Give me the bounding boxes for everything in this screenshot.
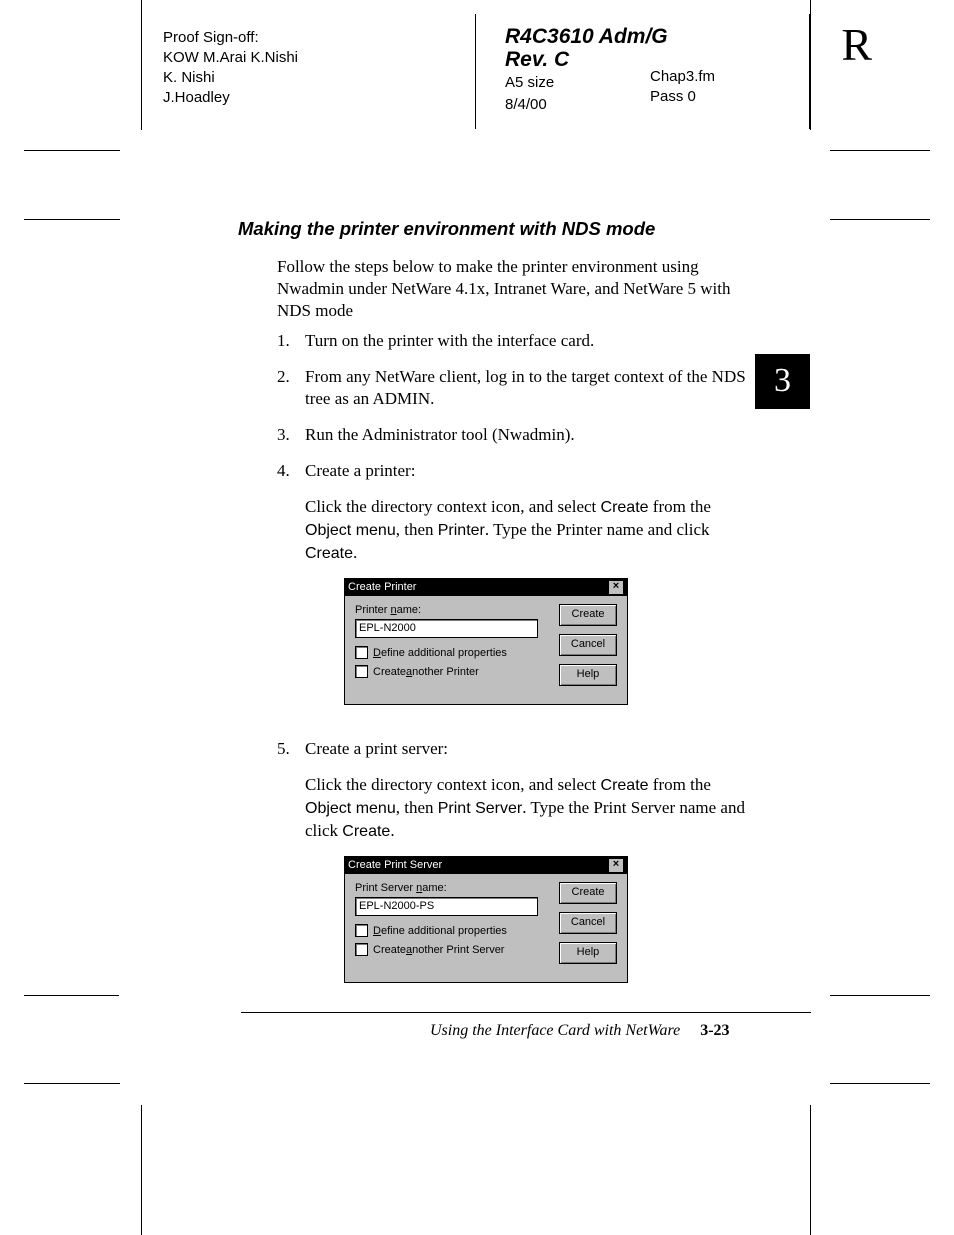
doc-header: R4C3610 Adm/G Rev. C A5 size 8/4/00	[505, 25, 668, 115]
dialog-title: Create Printer	[348, 579, 416, 596]
step-5: 5. Create a print server: Click the dire…	[277, 738, 747, 857]
printer-name-label: Printer name:	[355, 604, 545, 616]
close-icon[interactable]: ×	[608, 858, 624, 873]
print-server-name-input[interactable]: EPL-N2000-PS	[355, 897, 538, 916]
define-additional-checkbox[interactable]: Define additional properties	[355, 646, 545, 659]
footer-rule	[241, 1012, 811, 1013]
print-server-name-label: Print Server name:	[355, 882, 545, 894]
create-printer-dialog: Create Printer × Printer name: EPL-N2000…	[344, 578, 628, 705]
doc-file: Chap3.fm	[650, 67, 715, 87]
create-button[interactable]: Create	[559, 604, 617, 626]
dialog-title: Create Print Server	[348, 857, 442, 874]
doc-pass: Pass 0	[650, 87, 715, 107]
create-print-server-dialog: Create Print Server × Print Server name:…	[344, 856, 628, 983]
proof-name: J.Hoadley	[163, 88, 298, 108]
step-2: 2. From any NetWare client, log in to th…	[277, 366, 747, 410]
help-button[interactable]: Help	[559, 942, 617, 964]
step-5-detail: Click the directory context icon, and se…	[305, 774, 747, 843]
dialog-titlebar: Create Printer ×	[345, 579, 627, 596]
cancel-button[interactable]: Cancel	[559, 634, 617, 656]
chapter-tab: 3	[755, 354, 810, 409]
step-1: 1. Turn on the printer with the interfac…	[277, 330, 747, 352]
define-additional-checkbox[interactable]: Define additional properties	[355, 924, 545, 937]
doc-date: 8/4/00	[505, 95, 668, 115]
steps-list: 1. Turn on the printer with the interfac…	[277, 330, 747, 579]
create-another-checkbox[interactable]: Create another Print Server	[355, 943, 545, 956]
help-button[interactable]: Help	[559, 664, 617, 686]
cancel-button[interactable]: Cancel	[559, 912, 617, 934]
create-button[interactable]: Create	[559, 882, 617, 904]
close-icon[interactable]: ×	[608, 580, 624, 595]
proof-label: Proof Sign-off:	[163, 28, 298, 48]
dialog-titlebar: Create Print Server ×	[345, 857, 627, 874]
step-3: 3. Run the Administrator tool (Nwadmin).	[277, 424, 747, 446]
doc-title-1: R4C3610 Adm/G	[505, 25, 668, 48]
proof-name: KOW M.Arai K.Nishi	[163, 48, 298, 68]
doc-title-2: Rev. C	[505, 48, 668, 71]
doc-size: A5 size	[505, 73, 668, 93]
step-4-detail: Click the directory context icon, and se…	[305, 496, 747, 565]
proof-signoff: Proof Sign-off: KOW M.Arai K.Nishi K. Ni…	[163, 28, 298, 108]
section-heading: Making the printer environment with NDS …	[238, 218, 655, 240]
page-side-letter: R	[841, 18, 872, 71]
create-another-checkbox[interactable]: Create another Printer	[355, 665, 545, 678]
step-4: 4. Create a printer: Click the directory…	[277, 460, 747, 565]
footer-page: 3-23	[700, 1022, 729, 1039]
footer-chapter: Using the Interface Card with NetWare	[430, 1022, 680, 1039]
printer-name-input[interactable]: EPL-N2000	[355, 619, 538, 638]
intro-paragraph: Follow the steps below to make the print…	[277, 256, 737, 322]
doc-header-col2: Chap3.fm Pass 0	[650, 67, 715, 107]
proof-name: K. Nishi	[163, 68, 298, 88]
footer: Using the Interface Card with NetWare 3-…	[430, 1022, 730, 1040]
